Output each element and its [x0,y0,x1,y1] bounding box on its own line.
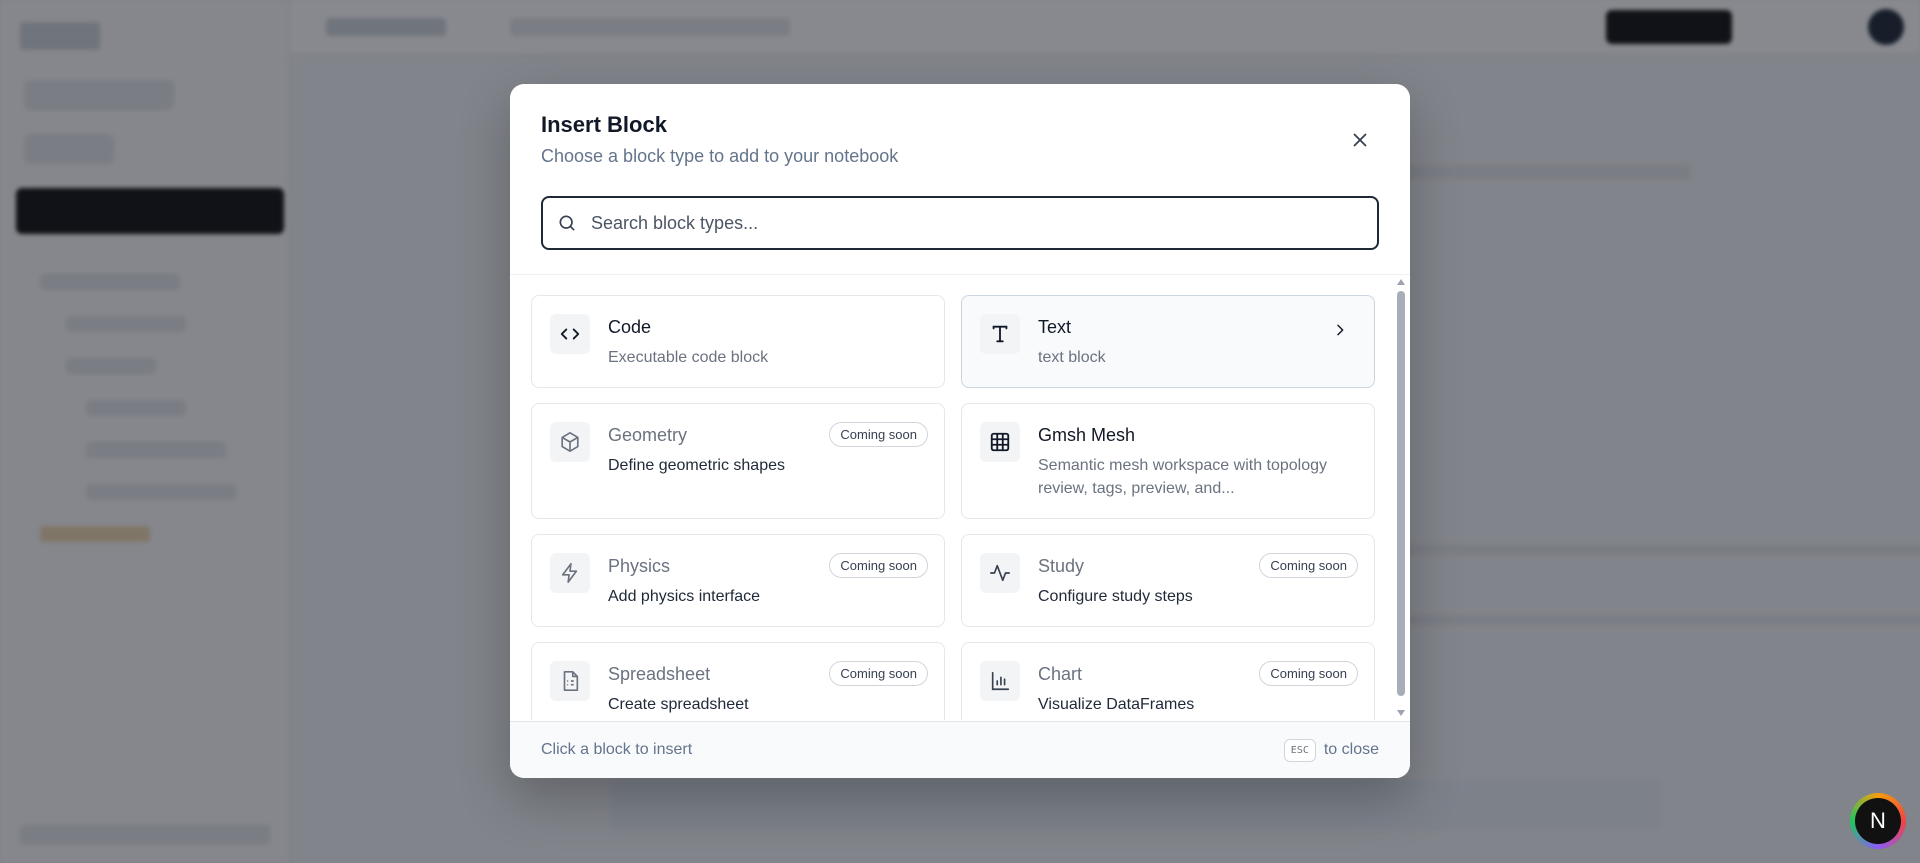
block-name: Gmsh Mesh [1038,425,1136,445]
modal-title: Insert Block [541,112,667,137]
block-description: Create spreadsheet [608,696,749,713]
footer-shortcut: ESC to close [1283,738,1379,762]
block-grid: Code Executable code block Text text blo… [531,295,1380,720]
x-icon [1353,133,1367,147]
block-name: Code [608,317,652,337]
block-description: Add physics interface [608,588,761,605]
block-card-physics[interactable]: Physics Add physics interface Coming soo… [531,534,945,627]
block-card-geometry[interactable]: Geometry Define geometric shapes Coming … [531,403,945,519]
scroll-thumb[interactable] [1397,291,1405,696]
block-card-gmsh-mesh[interactable]: Gmsh Mesh Semantic mesh workspace with t… [961,403,1375,519]
block-name: Text [1038,317,1072,337]
block-card-spreadsheet[interactable]: Spreadsheet Create spreadsheet Coming so… [531,642,945,720]
modal-footer: Click a block to insert ESC to close [510,721,1410,778]
next-logo-icon: N [1855,798,1901,844]
search-input[interactable] [591,212,1377,234]
block-description: Configure study steps [1038,588,1193,605]
footer-key-action: to close [1323,741,1379,758]
modal-subtitle: Choose a block type to add to your noteb… [541,146,899,166]
nextjs-devtools-button[interactable]: N [1850,793,1906,849]
footer-hint: Click a block to insert [541,741,693,758]
insert-block-modal: Insert Block Choose a block type to add … [510,84,1410,778]
sheet-icon [550,661,590,701]
text-icon [980,314,1020,354]
block-list: Code Executable code block Text text blo… [510,275,1410,720]
coming-soon-badge: Coming soon [829,553,928,578]
block-description: text block [1038,349,1106,366]
block-card-code[interactable]: Code Executable code block [531,295,945,388]
block-description: Executable code block [608,349,769,366]
block-card-text[interactable]: Text text block [961,295,1375,388]
bar-chart-icon [980,661,1020,701]
chevron-right-icon [1337,324,1344,336]
coming-soon-badge: Coming soon [1259,661,1358,686]
scroll-up-arrow-icon[interactable] [1397,279,1405,285]
close-button[interactable] [1344,124,1376,156]
search-icon [559,215,575,231]
search-box[interactable] [541,196,1379,250]
esc-key: ESC [1283,738,1316,762]
scrollbar[interactable] [1396,279,1406,716]
block-description: Semantic mesh workspace with topology re… [1038,457,1328,497]
cube-icon [550,422,590,462]
block-description: Visualize DataFrames [1038,696,1195,713]
block-card-study[interactable]: Study Configure study steps Coming soon [961,534,1375,627]
coming-soon-badge: Coming soon [1259,553,1358,578]
scroll-down-arrow-icon[interactable] [1397,710,1405,716]
activity-icon [980,553,1020,593]
block-card-chart[interactable]: Chart Visualize DataFrames Coming soon [961,642,1375,720]
code-icon [550,314,590,354]
coming-soon-badge: Coming soon [829,661,928,686]
grid-icon [980,422,1020,462]
coming-soon-badge: Coming soon [829,422,928,447]
block-description: Define geometric shapes [608,457,785,474]
zap-icon [550,553,590,593]
